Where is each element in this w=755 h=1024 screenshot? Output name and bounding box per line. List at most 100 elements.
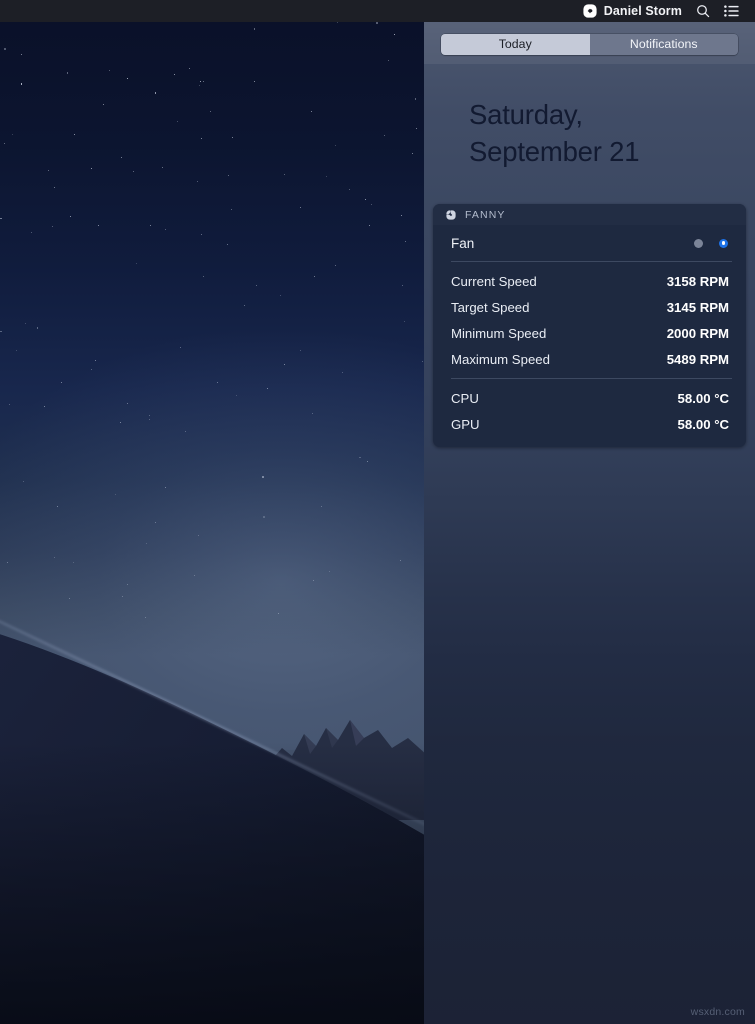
star — [401, 284, 403, 286]
star — [115, 493, 117, 495]
star — [263, 516, 265, 518]
star — [66, 72, 69, 74]
star — [262, 476, 265, 478]
notification-center-icon[interactable] — [717, 0, 746, 22]
star — [73, 133, 75, 135]
star — [256, 285, 258, 287]
star — [164, 486, 166, 488]
fanny-widget-title: FANNY — [465, 208, 506, 221]
star — [53, 186, 55, 188]
star — [135, 262, 137, 264]
row-value: 58.00 °C — [677, 416, 729, 432]
screen: Daniel Storm Today Notifications Saturda… — [0, 0, 755, 1024]
star — [51, 225, 54, 228]
star — [366, 461, 368, 463]
star — [334, 265, 336, 267]
star — [196, 181, 198, 183]
star — [43, 405, 45, 407]
star — [173, 74, 175, 76]
notification-center-header: Today Notifications — [424, 22, 755, 64]
row-value: 3158 RPM — [666, 273, 729, 289]
row-label: CPU — [451, 390, 479, 406]
fan-page-indicator[interactable] — [694, 238, 732, 248]
star — [70, 215, 72, 217]
menu-bar-user-item[interactable]: Daniel Storm — [576, 0, 689, 22]
tab-notifications[interactable]: Notifications — [589, 33, 738, 55]
fan-label: Fan — [451, 235, 475, 251]
star — [126, 402, 128, 404]
row-label: Target Speed — [451, 299, 530, 315]
star — [200, 233, 202, 235]
star — [109, 70, 111, 72]
star — [20, 82, 23, 85]
fan-selector-row: Fan — [433, 225, 746, 261]
star — [132, 171, 134, 173]
row-label: Minimum Speed — [451, 325, 547, 341]
star — [335, 144, 337, 146]
segmented-control[interactable]: Today Notifications — [441, 33, 738, 55]
star — [56, 505, 58, 507]
star — [3, 143, 5, 145]
tab-today[interactable]: Today — [441, 33, 590, 55]
row-value: 3145 RPM — [666, 299, 729, 315]
watermark: wsxdn.com — [690, 1006, 745, 1018]
star — [404, 320, 406, 322]
fanny-widget-header: FANNY — [433, 204, 746, 225]
star — [91, 168, 93, 170]
search-icon[interactable] — [689, 0, 717, 22]
star — [126, 583, 128, 585]
star — [232, 136, 234, 138]
star — [364, 198, 366, 200]
star — [11, 134, 13, 136]
row-value: 5489 RPM — [666, 351, 729, 367]
date-line-weekday: Saturday, — [469, 99, 583, 130]
date-heading: Saturday, September 21 — [424, 64, 755, 170]
star — [254, 81, 256, 83]
star — [24, 323, 26, 325]
star — [202, 276, 204, 278]
menu-bar-user-name: Daniel Storm — [603, 4, 682, 18]
speed-rows-group: Current Speed 3158 RPM Target Speed 3145… — [433, 262, 746, 378]
star — [412, 152, 414, 154]
star — [313, 276, 315, 278]
star — [310, 110, 312, 112]
star — [387, 59, 389, 61]
star — [370, 203, 372, 205]
star — [227, 244, 229, 246]
star — [326, 176, 328, 178]
star — [0, 330, 2, 333]
star — [98, 225, 100, 227]
search-icon-svg — [697, 5, 710, 18]
star — [299, 349, 301, 351]
star — [209, 110, 211, 112]
notification-center-icon-svg — [724, 5, 739, 17]
star — [20, 53, 22, 55]
star — [154, 92, 157, 95]
page-dot-2-active[interactable] — [719, 238, 728, 248]
star — [243, 305, 245, 307]
star — [400, 214, 403, 217]
star — [0, 217, 2, 220]
star — [201, 137, 203, 139]
fanny-widget[interactable]: FANNY Fan Current Speed 3158 RPM Target … — [433, 204, 746, 447]
star — [126, 77, 128, 79]
star — [165, 229, 167, 231]
page-dot-1[interactable] — [694, 238, 703, 248]
star — [120, 157, 122, 159]
dune-shadow — [0, 742, 424, 1024]
star — [36, 326, 39, 329]
star — [227, 174, 229, 176]
star — [415, 128, 417, 130]
star — [283, 173, 285, 175]
fan-icon — [583, 4, 598, 19]
star — [48, 169, 50, 171]
star — [368, 224, 370, 226]
row-label: GPU — [451, 416, 480, 432]
star — [149, 225, 151, 227]
row-label: Current Speed — [451, 273, 537, 289]
star — [4, 47, 6, 50]
star — [102, 103, 104, 105]
star — [176, 121, 178, 123]
star — [384, 134, 386, 136]
star — [198, 85, 200, 87]
